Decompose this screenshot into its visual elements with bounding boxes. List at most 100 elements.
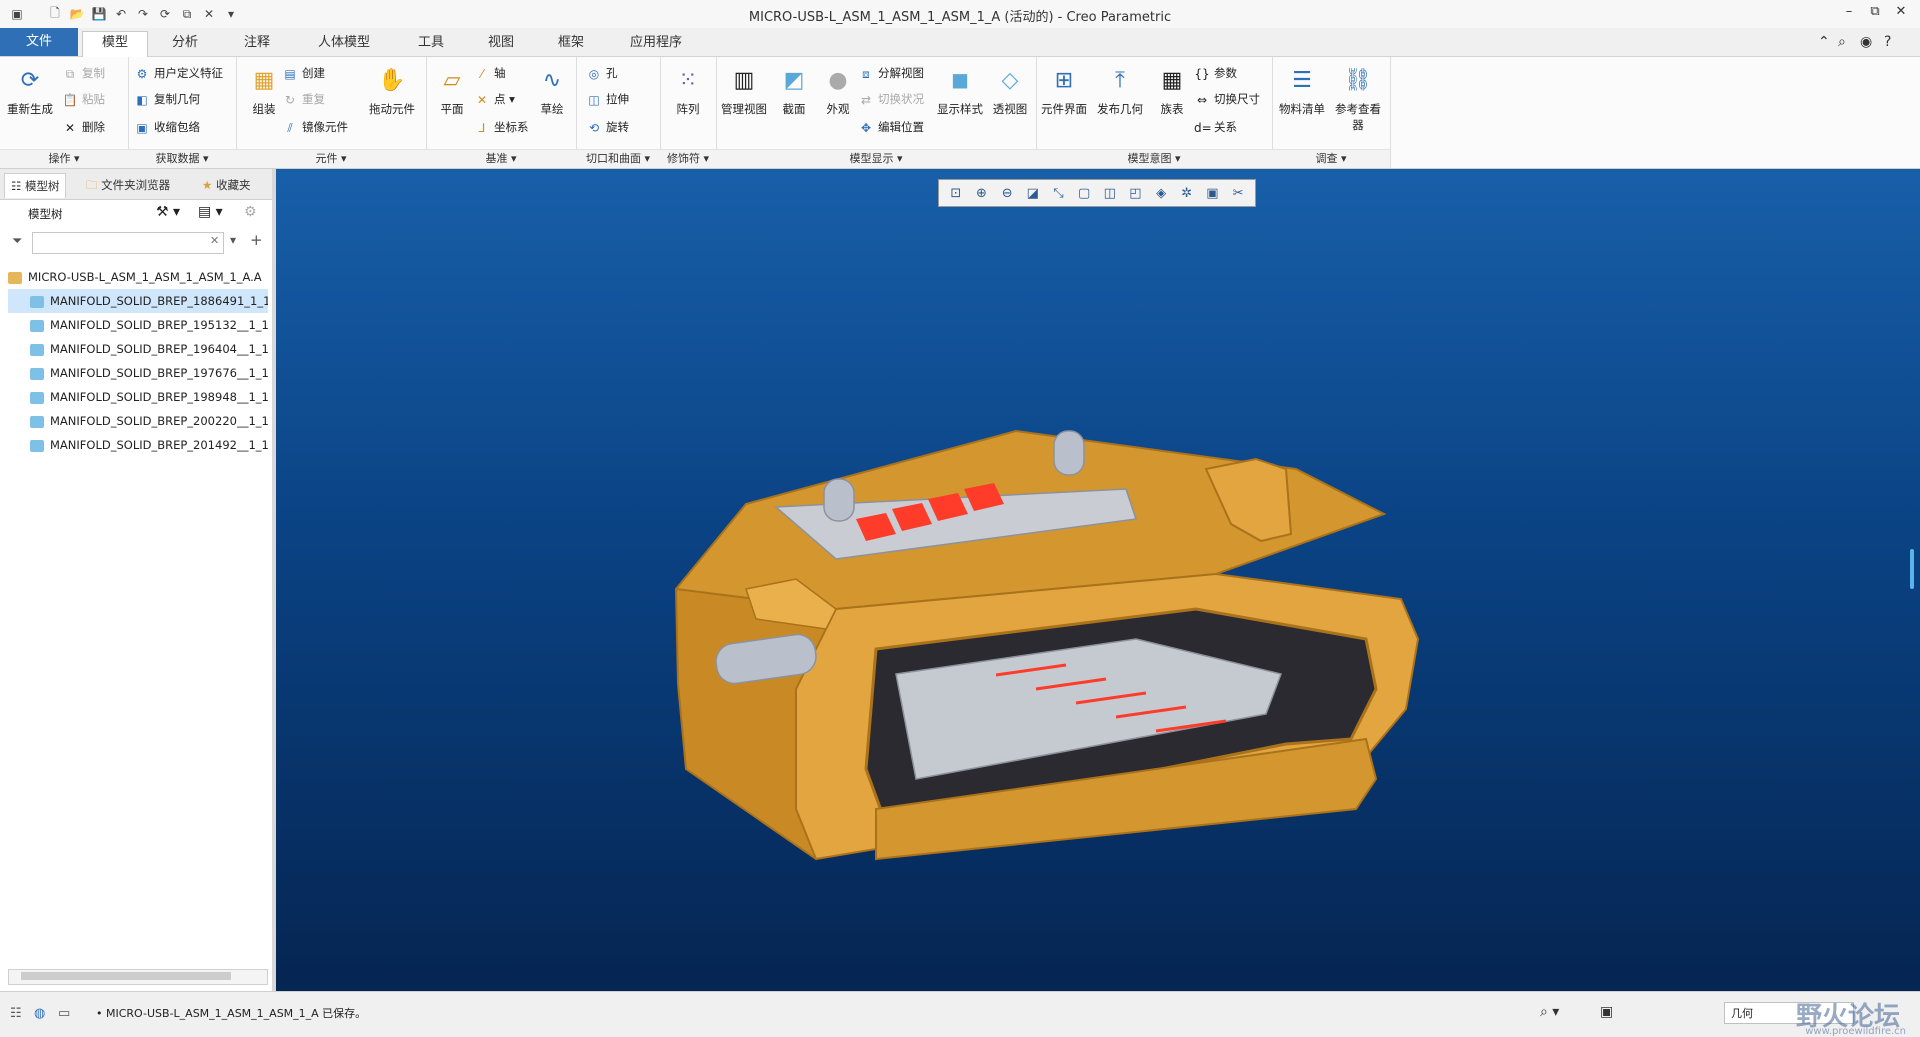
collapse-ribbon-icon[interactable]: ⌃ — [1818, 34, 1830, 50]
tree-filter-settings-icon[interactable]: ⚙ — [244, 204, 257, 220]
filter-icon[interactable]: ⏷ — [12, 234, 22, 249]
tab-folder-browser[interactable]: 🗀 文件夹浏览器 — [80, 173, 176, 197]
drag-component-button[interactable]: ✋ 拖动元件 — [366, 63, 418, 117]
help-icon[interactable]: ? — [1884, 34, 1891, 50]
tree-search-input[interactable] — [32, 232, 224, 254]
community-icon[interactable]: ◉ — [1860, 34, 1872, 50]
perspective-button[interactable]: ◇ 透视图 — [984, 63, 1036, 117]
family-table-button[interactable]: ▦ 族表 — [1146, 63, 1198, 117]
relations-button[interactable]: d= 关系 — [1194, 117, 1237, 137]
copy-geometry-button[interactable]: ◧ 复制几何 — [134, 89, 200, 109]
usb-connector-model[interactable] — [276, 169, 1920, 991]
tab-model[interactable]: 模型 — [82, 31, 148, 57]
tree-item[interactable]: MANIFOLD_SOLID_BREP_200220__1_1 — [8, 409, 268, 433]
group-label-datum[interactable]: 基准 ▾ — [426, 149, 576, 168]
tree-item[interactable]: MANIFOLD_SOLID_BREP_196404__1_1 — [8, 337, 268, 361]
paste-button[interactable]: 📋 粘贴 — [62, 89, 105, 109]
group-label-operations[interactable]: 操作 ▾ — [0, 149, 128, 168]
graphics-viewport[interactable]: ⊡ ⊕ ⊖ ◪ ⤡ ▢ ◫ ◰ ◈ ✲ ▣ ✂ — [276, 169, 1920, 991]
tab-tools[interactable]: 工具 — [396, 32, 466, 54]
hole-button[interactable]: ◎ 孔 — [586, 63, 618, 83]
component-interface-icon: ⊞ — [1054, 67, 1074, 93]
shrinkwrap-button[interactable]: ▣ 收缩包络 — [134, 117, 200, 137]
close-button[interactable]: ✕ — [1890, 4, 1912, 22]
browser-toggle-icon[interactable]: ◍ — [34, 1006, 45, 1021]
udf-button[interactable]: ⚙ 用户定义特征 — [134, 63, 223, 83]
minimize-button[interactable]: – — [1838, 4, 1860, 22]
sketch-button[interactable]: ∿ 草绘 — [526, 63, 578, 117]
tab-favorites[interactable]: ★ 收藏夹 — [196, 173, 256, 197]
appearance-sphere-icon: ● — [828, 67, 848, 93]
restore-button[interactable]: ⧉ — [1864, 4, 1886, 22]
component-interface-button[interactable]: ⊞ 元件界面 — [1038, 63, 1090, 117]
parameters-icon: {} — [1194, 66, 1210, 81]
tab-analysis[interactable]: 分析 — [150, 32, 220, 54]
tree-item[interactable]: MANIFOLD_SOLID_BREP_195132__1_1 — [8, 313, 268, 337]
toggle-status-button[interactable]: ⇄ 切换状况 — [858, 89, 924, 109]
tab-framework[interactable]: 框架 — [536, 32, 606, 54]
tab-model-tree[interactable]: ☷ 模型树 — [4, 173, 67, 198]
search-icon[interactable]: ⌕ — [1838, 34, 1846, 50]
favorites-icon: ★ — [202, 178, 216, 192]
revolve-button[interactable]: ⟲ 旋转 — [586, 117, 629, 137]
tree-item[interactable]: MANIFOLD_SOLID_BREP_1886491_1_1 — [8, 289, 268, 313]
axis-icon: ⁄ — [480, 66, 483, 81]
delete-button[interactable]: ✕ 删除 — [62, 117, 105, 137]
selection-filter-icon[interactable]: ▣ — [1600, 1004, 1613, 1020]
pattern-button[interactable]: ⁙ 阵列 — [662, 63, 714, 117]
tab-annotate[interactable]: 注释 — [222, 32, 292, 54]
tab-file[interactable]: 文件 — [0, 28, 78, 56]
exploded-view-button[interactable]: ⧈ 分解视图 — [858, 63, 924, 83]
parameters-button[interactable]: {} 参数 — [1194, 63, 1237, 83]
group-label-get-data[interactable]: 获取数据 ▾ — [128, 149, 236, 168]
group-datum: ▱ 平面 ⁄ 轴 ✕ 点 ▾ ⅃ 坐标系 ∿ 草绘 基准 ▾ — [426, 57, 577, 168]
relations-icon: d= — [1194, 120, 1212, 135]
group-label-component[interactable]: 元件 ▾ — [236, 149, 426, 168]
group-label-model-display[interactable]: 模型显示 ▾ — [716, 149, 1036, 168]
reference-viewer-button[interactable]: ⛓ 参考查看器 — [1332, 63, 1384, 133]
extrude-button[interactable]: ◫ 拉伸 — [586, 89, 629, 109]
tree-item[interactable]: MANIFOLD_SOLID_BREP_198948__1_1 — [8, 385, 268, 409]
tab-view[interactable]: 视图 — [466, 32, 536, 54]
navigator-toggle-icon[interactable]: ☷ — [10, 1006, 22, 1021]
toggle-dimensions-button[interactable]: ⇔ 切换尺寸 — [1194, 89, 1260, 109]
csys-button[interactable]: ⅃ 坐标系 — [474, 117, 529, 137]
plane-button[interactable]: ▱ 平面 — [426, 63, 478, 117]
appearance-button[interactable]: ● 外观 — [812, 63, 864, 117]
viewport-scroll-indicator[interactable] — [1910, 549, 1914, 589]
add-icon[interactable]: + — [250, 231, 263, 249]
edit-position-button[interactable]: ✥ 编辑位置 — [858, 117, 924, 137]
group-label-investigate[interactable]: 调查 ▾ — [1272, 149, 1390, 168]
tab-applications[interactable]: 应用程序 — [610, 32, 702, 54]
manage-views-button[interactable]: ▥ 管理视图 — [718, 63, 770, 117]
search-options-icon[interactable]: ▾ — [230, 233, 236, 247]
csys-icon: ⅃ — [478, 120, 486, 135]
publish-geometry-button[interactable]: ⤒ 发布几何 — [1094, 63, 1146, 117]
point-button[interactable]: ✕ 点 ▾ — [474, 89, 515, 109]
axis-button[interactable]: ⁄ 轴 — [474, 63, 506, 83]
tree-horizontal-scrollbar[interactable] — [8, 969, 268, 985]
model-tree-header: 模型树 ⚒ ▾ ▤ ▾ ⚙ — [0, 200, 272, 228]
create-button[interactable]: ▤ 创建 — [282, 63, 325, 83]
mirror-component-button[interactable]: ⫽ 镜像元件 — [282, 117, 348, 137]
scrollbar-thumb[interactable] — [21, 972, 231, 980]
part-icon — [30, 415, 44, 428]
group-label-modifiers[interactable]: 修饰符 ▾ — [660, 149, 716, 168]
clear-search-icon[interactable]: ✕ — [210, 234, 219, 247]
bom-button[interactable]: ☰ 物料清单 — [1276, 63, 1328, 117]
copy-button[interactable]: ⧉ 复制 — [62, 63, 105, 83]
display-style-button[interactable]: ◼ 显示样式 — [934, 63, 986, 117]
tree-root[interactable]: MICRO-USB-L_ASM_1_ASM_1_ASM_1_A.A — [8, 265, 268, 289]
tree-settings-icon[interactable]: ⚒ ▾ — [156, 204, 180, 220]
tab-manikin[interactable]: 人体模型 — [296, 32, 392, 54]
repeat-button[interactable]: ↻ 重复 — [282, 89, 325, 109]
group-label-cut-surface[interactable]: 切口和曲面 ▾ — [576, 149, 660, 168]
tree-item[interactable]: MANIFOLD_SOLID_BREP_201492__1_1 — [8, 433, 268, 457]
group-label-model-intent[interactable]: 模型意图 ▾ — [1036, 149, 1272, 168]
fullscreen-icon[interactable]: ▭ — [58, 1006, 70, 1021]
model-tree-title: 模型树 — [28, 207, 63, 221]
find-icon[interactable]: ⌕ ▾ — [1540, 1004, 1559, 1020]
tree-item[interactable]: MANIFOLD_SOLID_BREP_197676__1_1 — [8, 361, 268, 385]
regenerate-button[interactable]: ⟳ 重新生成 — [4, 63, 56, 117]
tree-show-icon[interactable]: ▤ ▾ — [198, 204, 223, 220]
